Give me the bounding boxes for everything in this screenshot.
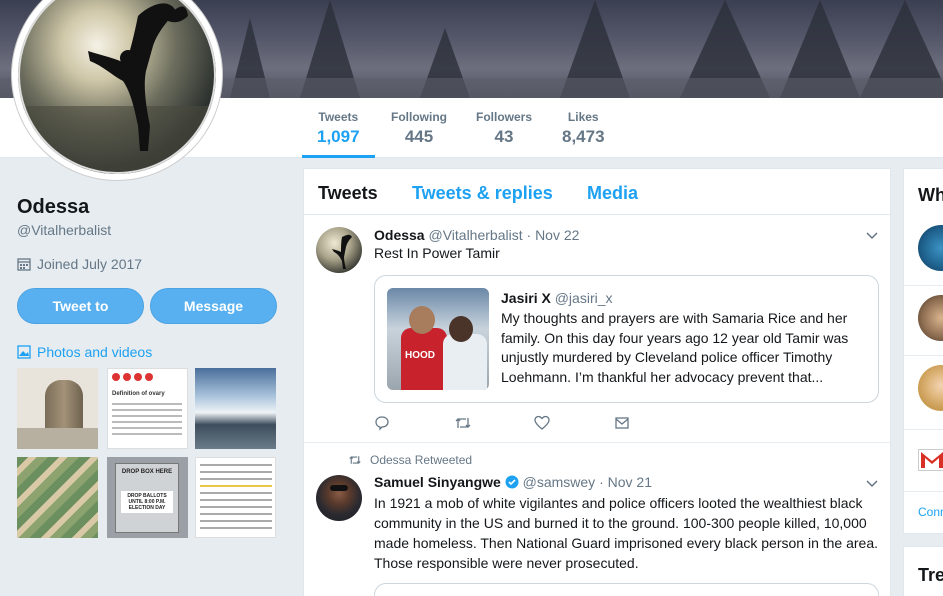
- tweet-avatar[interactable]: [316, 227, 362, 273]
- quoted-tweet-text: My thoughts and prayers are with Samaria…: [501, 310, 849, 385]
- trends-title: Tre: [918, 565, 943, 585]
- timeline-tabs: Tweets Tweets & replies Media: [304, 169, 890, 215]
- message-button[interactable]: Message: [150, 288, 277, 324]
- dropbox-label-2: DROP BALLOTS UNTIL 8:00 P.M. ELECTION DA…: [121, 491, 173, 513]
- tab-media[interactable]: Media: [587, 183, 638, 204]
- stat-value: 8,473: [562, 127, 605, 146]
- tweet[interactable]: Odessa Retweeted Samuel Sinyangwe @samsw…: [304, 443, 890, 596]
- stat-value: 43: [494, 127, 514, 146]
- who-to-follow-card: Wh Conn: [903, 168, 943, 534]
- who-to-follow-title: Wh: [918, 185, 943, 205]
- suggested-user-avatar[interactable]: [918, 295, 943, 341]
- tweet-text: In 1921 a mob of white vigilantes and po…: [374, 495, 879, 571]
- tweet-date[interactable]: Nov 21: [608, 474, 652, 490]
- tweet-author-name[interactable]: Odessa: [374, 227, 425, 243]
- tweet-author-name[interactable]: Samuel Sinyangwe: [374, 474, 501, 490]
- media-thumbnail[interactable]: Definition of ovary: [107, 368, 188, 449]
- tweet-header: Samuel Sinyangwe @samswey · Nov 21: [374, 474, 652, 490]
- tweet-actions: [374, 415, 694, 435]
- reply-icon[interactable]: [374, 415, 454, 435]
- divider: [904, 491, 943, 492]
- chevron-down-icon[interactable]: [866, 477, 878, 491]
- quoted-author-handle: @jasiri_x: [554, 290, 613, 306]
- stat-label: Tweets: [318, 110, 359, 124]
- divider: [904, 285, 943, 286]
- quoted-tweet-header: Jasiri X @jasiri_x: [501, 290, 613, 306]
- stat-tweets[interactable]: Tweets 1,097: [302, 110, 374, 158]
- photos-and-videos-link[interactable]: Photos and videos: [17, 344, 152, 360]
- image-icon: [17, 345, 31, 359]
- stat-label: Likes: [567, 110, 599, 124]
- doc-title: Definition of ovary: [112, 391, 165, 397]
- tweet-author-handle[interactable]: @Vitalherbalist: [428, 227, 522, 243]
- verified-badge-icon: [505, 475, 519, 489]
- calendar-icon: [17, 258, 31, 271]
- dropbox-label: DROP BOX HERE: [121, 469, 173, 475]
- yoga-silhouette-icon: [332, 234, 352, 269]
- stat-followers[interactable]: Followers 43: [476, 110, 532, 158]
- retweet-context: Odessa Retweeted: [348, 453, 472, 467]
- media-thumbnail[interactable]: [195, 457, 276, 538]
- avatar-ring: [18, 0, 216, 174]
- tab-tweets[interactable]: Tweets: [318, 183, 378, 204]
- join-date-text: Joined July 2017: [37, 256, 143, 272]
- tweet[interactable]: Odessa @Vitalherbalist · Nov 22 Rest In …: [304, 215, 890, 443]
- tweet-text: Rest In Power Tamir: [374, 245, 500, 261]
- tweet-separator: ·: [526, 227, 532, 243]
- divider: [904, 429, 943, 430]
- photos-label: Photos and videos: [37, 344, 153, 360]
- connect-link[interactable]: Conn: [918, 505, 943, 519]
- media-thumbnail[interactable]: DROP BOX HERE DROP BALLOTS UNTIL 8:00 P.…: [107, 457, 188, 538]
- stat-value: 445: [404, 127, 434, 146]
- tweet-separator: ·: [599, 474, 604, 490]
- profile-handle[interactable]: @Vitalherbalist: [17, 222, 111, 238]
- message-icon[interactable]: [614, 415, 694, 435]
- divider: [904, 355, 943, 356]
- suggested-user-avatar[interactable]: [918, 225, 943, 271]
- quoted-tweet-image: HOOD: [387, 288, 489, 390]
- timeline: Tweets Tweets & replies Media Odessa @Vi…: [303, 168, 891, 596]
- profile-name: Odessa: [17, 196, 90, 218]
- gmail-icon[interactable]: [918, 449, 943, 471]
- like-icon[interactable]: [534, 415, 614, 435]
- shirt-text: HOOD: [405, 350, 435, 361]
- quoted-tweet[interactable]: HOOD Jasiri X @jasiri_x My thoughts and …: [374, 275, 879, 403]
- retweet-icon[interactable]: [454, 415, 534, 435]
- suggested-user-avatar[interactable]: [918, 365, 943, 411]
- join-date: Joined July 2017: [17, 256, 142, 272]
- retweet-icon: [349, 456, 361, 464]
- trends-card: Tre: [903, 546, 943, 596]
- media-thumbnail[interactable]: [195, 368, 276, 449]
- media-thumbnail[interactable]: [17, 457, 98, 538]
- stat-label: Following: [391, 110, 447, 124]
- tweet-date[interactable]: Nov 22: [535, 227, 579, 243]
- tweet-to-button[interactable]: Tweet to: [17, 288, 144, 324]
- media-thumbnail[interactable]: [17, 368, 98, 449]
- chevron-down-icon[interactable]: [866, 229, 878, 243]
- tab-tweets-replies[interactable]: Tweets & replies: [412, 183, 553, 204]
- tweet-author-handle[interactable]: @samswey: [523, 474, 596, 490]
- retweet-label[interactable]: Odessa Retweeted: [370, 453, 472, 467]
- stat-label: Followers: [476, 110, 533, 124]
- quoted-author-name: Jasiri X: [501, 290, 551, 306]
- tweet-avatar[interactable]: [316, 475, 362, 521]
- stat-likes[interactable]: Likes 8,473: [562, 110, 605, 158]
- stat-following[interactable]: Following 445: [391, 110, 447, 158]
- quoted-tweet[interactable]: [374, 583, 879, 596]
- tweet-header: Odessa @Vitalherbalist · Nov 22: [374, 227, 579, 243]
- stat-value: 1,097: [317, 127, 360, 146]
